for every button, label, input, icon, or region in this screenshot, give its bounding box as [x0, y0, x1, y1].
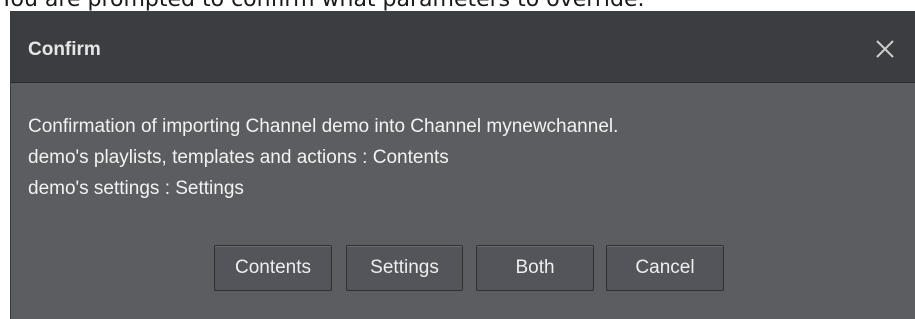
message-line-settings: demo's settings : Settings [28, 178, 244, 199]
dialog-titlebar: Confirm [11, 11, 915, 83]
message-line-import: Confirmation of importing Channel demo i… [28, 116, 619, 137]
close-icon[interactable] [873, 37, 897, 61]
message-line-contents: demo's playlists, templates and actions … [28, 147, 449, 168]
confirm-dialog: Confirm Confirmation of importing Channe… [10, 11, 915, 319]
dialog-message: Confirmation of importing Channel demo i… [28, 111, 618, 204]
settings-button[interactable]: Settings [346, 245, 463, 291]
contents-button[interactable]: Contents [214, 245, 332, 291]
dialog-title: Confirm [28, 39, 101, 60]
cancel-button[interactable]: Cancel [606, 245, 724, 291]
both-button[interactable]: Both [476, 245, 594, 291]
